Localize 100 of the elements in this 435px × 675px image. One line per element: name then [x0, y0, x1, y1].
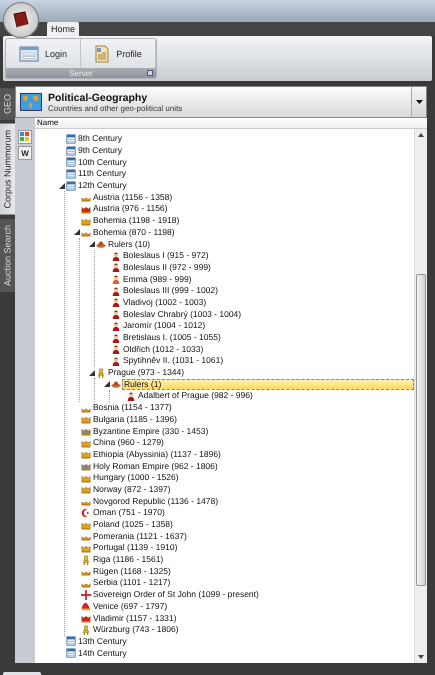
group-label: Server	[69, 68, 93, 78]
tree-item[interactable]: Vladimir (1157 - 1331)	[92, 612, 414, 624]
tree-item[interactable]: Portugal (1139 - 1910)	[92, 542, 414, 554]
tree-item[interactable]: Jaromír (1004 - 1012)	[122, 320, 414, 332]
cross-icon	[81, 590, 91, 600]
tree-item[interactable]: 11th Century	[77, 168, 414, 180]
cap-icon	[81, 601, 91, 612]
expander-icon[interactable]	[89, 241, 95, 248]
grid-tool-button[interactable]	[18, 130, 32, 144]
tree-item[interactable]: China (960 - 1279)	[92, 437, 414, 448]
dialog-launcher-icon[interactable]	[147, 70, 153, 76]
calendar-icon	[66, 636, 76, 646]
scrollbar[interactable]	[414, 129, 427, 663]
tree-item[interactable]: 14th Century	[77, 648, 414, 659]
tree-item[interactable]: Oldřich (1012 - 1033)	[122, 344, 414, 355]
person-icon	[111, 262, 121, 272]
person-icon	[111, 286, 121, 296]
tree-item[interactable]: Bohemia (870 - 1198)	[92, 226, 414, 238]
person-icon	[111, 332, 121, 343]
ribbon-tab[interactable]: Home	[47, 22, 80, 36]
tree-item[interactable]: Riga (1186 - 1561)	[92, 554, 414, 566]
calendar-icon	[66, 146, 76, 156]
tree-item[interactable]: Bohemia (1198 - 1918)	[92, 215, 414, 226]
tree-item[interactable]: Adalbert of Prague (982 - 996)	[137, 390, 414, 402]
category-description: Countries and other geo-political units	[48, 104, 182, 112]
tree-item[interactable]: Byzantine Empire (330 - 1453)	[92, 426, 414, 437]
crown-icon	[81, 613, 91, 624]
person-icon	[111, 320, 121, 331]
crown-icon	[81, 414, 91, 424]
tree-item[interactable]: Spytihněv II. (1031 - 1061)	[122, 355, 414, 366]
tree-item[interactable]: Venice (697 - 1797)	[92, 600, 414, 612]
person-icon	[111, 344, 121, 354]
tree-item[interactable]: Holy Roman Empire (962 - 1806)	[92, 460, 414, 472]
word-tool-button[interactable]: W	[18, 146, 32, 160]
caret-icon	[416, 100, 422, 104]
calendar-icon	[66, 168, 76, 179]
tree-item[interactable]: Pomerania (1121 - 1637)	[92, 530, 414, 542]
scroll-down-icon[interactable]	[418, 655, 424, 659]
login-window-icon	[18, 46, 39, 62]
tree-item[interactable]: Vladivoj (1002 - 1003)	[122, 296, 414, 308]
tree-item[interactable]: Rulers (1)	[122, 378, 414, 390]
tree-item[interactable]: Boleslaus II (972 - 999)	[122, 262, 414, 273]
hat-icon	[111, 379, 121, 390]
crown-icon	[81, 484, 91, 494]
tree-item[interactable]: Bretislaus I. (1005 - 1055)	[122, 332, 414, 344]
tree-item[interactable]: Hungary (1000 - 1526)	[92, 472, 414, 484]
tree-item[interactable]: 8th Century	[77, 133, 414, 144]
person-icon	[111, 356, 121, 366]
crown-icon	[81, 426, 91, 436]
tree-item[interactable]: 9th Century	[77, 145, 414, 156]
tree-item[interactable]: Boleslaus III (999 - 1002)	[122, 285, 414, 296]
side-tab[interactable]: Corpus Nummorum	[0, 124, 15, 215]
crown-icon	[81, 449, 91, 460]
calendar-icon	[66, 134, 76, 144]
document-icon	[94, 44, 110, 62]
crown-icon	[81, 461, 91, 472]
person-icon	[111, 274, 121, 284]
person-icon	[111, 309, 121, 320]
tree-item[interactable]: Würzburg (743 - 1806)	[92, 624, 414, 636]
tree-item[interactable]: Rügen (1168 - 1325)	[92, 566, 414, 577]
person-icon	[111, 297, 121, 308]
person-icon	[126, 390, 136, 401]
person-icon	[111, 250, 121, 261]
world-map-icon	[20, 93, 42, 111]
side-tab[interactable]: Auction Search	[0, 218, 15, 292]
tree-item[interactable]: Emma (989 - 999)	[122, 274, 414, 285]
tree-item[interactable]: Boleslav Chrabrý (1003 - 1004)	[122, 308, 414, 320]
tree-item[interactable]: Bosnia (1154 - 1377)	[92, 402, 414, 414]
side-tab[interactable]: GEO	[0, 88, 15, 120]
tree-item[interactable]: 10th Century	[77, 156, 414, 168]
category-title: Political-Geography	[48, 92, 148, 104]
tree-item[interactable]: Serbia (1101 - 1217)	[92, 577, 414, 588]
crescent-icon	[81, 508, 91, 518]
expander-icon[interactable]	[74, 229, 80, 236]
tree-item[interactable]: Oman (751 - 1970)	[92, 507, 414, 518]
tree-item[interactable]: Austria (976 - 1156)	[92, 203, 414, 214]
tree-item[interactable]: Boleslaus I (915 - 972)	[122, 250, 414, 262]
tree-item[interactable]: 12th Century	[77, 180, 414, 192]
calendar-icon	[66, 180, 76, 191]
tree-item[interactable]: Prague (973 - 1344)	[107, 367, 414, 378]
book-icon	[11, 11, 31, 29]
tree-item[interactable]: Bulgaria (1185 - 1396)	[92, 414, 414, 425]
tree-item[interactable]: Norway (872 - 1397)	[92, 484, 414, 495]
tree-item[interactable]: Poland (1025 - 1358)	[92, 519, 414, 530]
calendar-icon	[66, 157, 76, 168]
expander-icon[interactable]	[89, 370, 95, 376]
throne-icon	[96, 368, 106, 378]
tree-item[interactable]: Novgorod Republic (1136 - 1478)	[92, 496, 414, 507]
tree-item[interactable]: Rulers (10)	[107, 238, 414, 250]
category-dropdown[interactable]: Political-Geography Countries and other geo-political units	[15, 86, 427, 118]
hat-icon	[96, 239, 106, 250]
column-header[interactable]: Name	[35, 118, 427, 129]
tree-item[interactable]: Sovereign Order of St John (1099 - present)	[92, 589, 414, 600]
scroll-up-icon[interactable]	[418, 133, 424, 137]
tree-item[interactable]: Ethiopia (Abyssinia) (1137 - 1896)	[92, 448, 414, 460]
throne-icon	[81, 554, 91, 565]
tree-item[interactable]: 13th Century	[77, 636, 414, 647]
expander-icon[interactable]	[104, 381, 110, 388]
tree-item[interactable]: Austria (1156 - 1358)	[92, 192, 414, 203]
throne-icon	[81, 624, 91, 635]
